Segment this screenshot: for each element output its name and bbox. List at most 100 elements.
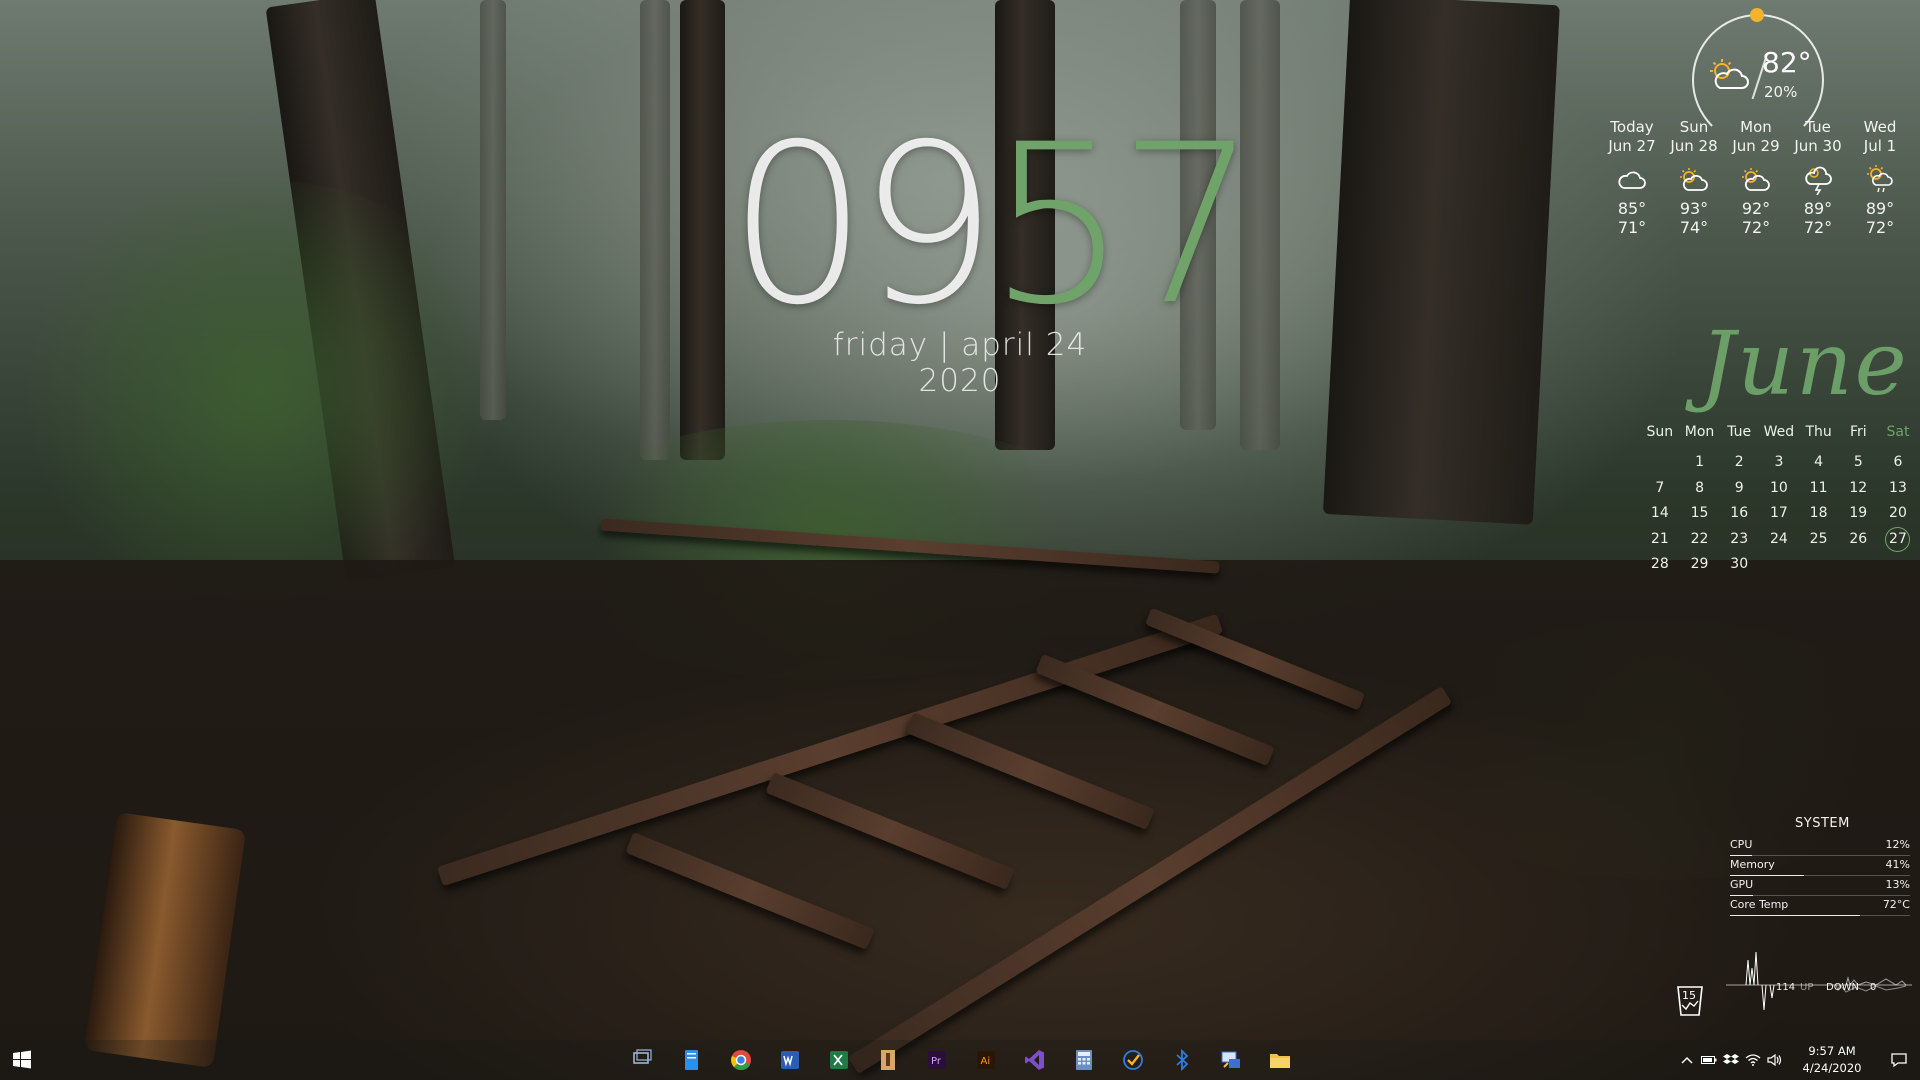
calendar-grid: 1 2 3 4 5 6 7 8 9 10 11 12 13 14 15 16 17 18 19 20 21 22 23 24 2… <box>1640 450 1918 578</box>
taskbar: Pr Ai 9:57 AM 4/24/2020 <box>0 1040 1920 1080</box>
folder-icon <box>1269 1054 1290 1068</box>
calendar-day: 3 <box>1774 454 1784 470</box>
thunderstorm-icon <box>1805 166 1832 195</box>
calendar-day: 2 <box>1734 454 1744 470</box>
battery-icon[interactable] <box>1698 1040 1720 1080</box>
forecast-day: Wed Jul 1 89° 72° <box>1849 118 1911 237</box>
task-view-icon <box>632 1049 652 1064</box>
taskbar-app-visual-studio[interactable] <box>1010 1040 1059 1080</box>
volume-icon[interactable] <box>1764 1040 1786 1080</box>
taskbar-app-todo[interactable] <box>1108 1040 1157 1080</box>
notification-center-icon[interactable] <box>1878 1052 1920 1068</box>
partly-sunny-icon <box>1742 168 1770 191</box>
calendar-day: 19 <box>1849 505 1868 521</box>
clock-hours: 09 <box>728 97 998 353</box>
calendar-day <box>1838 552 1878 578</box>
word-icon <box>780 1051 799 1069</box>
clock-minutes: 57 <box>987 97 1258 353</box>
system-row-cpu: CPU 12% <box>1730 838 1910 858</box>
calendar-day-number: 27 <box>1885 526 1911 552</box>
calendar-day: 8 <box>1695 479 1704 496</box>
taskbar-app-excel[interactable] <box>814 1040 863 1080</box>
calendar-day: 28 <box>1650 556 1669 572</box>
calendar-day: 26 <box>1849 530 1868 547</box>
recycle-bin-count: 15 <box>1682 989 1696 1002</box>
calendar-widget: Sun Mon Tue Wed Thu Fri Sat 1 2 3 4 5 6 7 8 9 10 1… <box>1640 424 1918 578</box>
calendar-week-row: 28 29 30 <box>1640 552 1918 578</box>
notebook-icon <box>880 1050 895 1070</box>
taskbar-app-bluetooth[interactable] <box>1157 1040 1206 1080</box>
calendar-day: 25 <box>1809 530 1828 547</box>
calendar-day: 24 <box>1769 530 1788 547</box>
taskbar-app-scrivener[interactable] <box>863 1040 912 1080</box>
calendar-day: 22 <box>1690 530 1709 547</box>
tray-date: 4/24/2020 <box>1802 1061 1862 1075</box>
calendar-day: 5 <box>1853 454 1863 470</box>
forecast-low: 74° <box>1679 218 1709 237</box>
dropbox-icon[interactable] <box>1720 1040 1742 1080</box>
forecast-day: Mon Jun 29 92° 72° <box>1725 118 1787 237</box>
taskbar-app-chrome[interactable] <box>716 1040 765 1080</box>
calendar-day: 21 <box>1650 530 1669 547</box>
calendar-day: 1 <box>1695 454 1704 470</box>
usage-track <box>1730 855 1910 856</box>
calendar-day: 17 <box>1769 505 1788 521</box>
tree-trunk <box>640 0 670 460</box>
forecast-day: Sun Jun 28 93° 74° <box>1663 118 1725 237</box>
forecast-date: Jun 29 <box>1732 137 1780 155</box>
forecast-high: 89° <box>1865 199 1895 218</box>
forecast-high: 93° <box>1679 199 1709 218</box>
calendar-day: 4 <box>1814 454 1824 470</box>
weather-forecast: Today Jun 27 85° 71° Sun Jun 28 93° 74° … <box>1601 118 1911 237</box>
calendar-day: 18 <box>1809 505 1828 521</box>
taskbar-app-premiere[interactable]: Pr <box>912 1040 961 1080</box>
calendar-day: 20 <box>1889 505 1907 521</box>
forecast-date: Jun 27 <box>1608 137 1656 155</box>
calendar-day: 11 <box>1809 479 1828 496</box>
weekday-label: Thu <box>1805 424 1832 440</box>
calendar-day: 9 <box>1734 479 1744 496</box>
forecast-date: Jun 28 <box>1670 137 1718 155</box>
chevron-up-icon[interactable] <box>1676 1040 1698 1080</box>
svg-text:Ai: Ai <box>980 1056 990 1067</box>
wifi-icon[interactable] <box>1742 1040 1764 1080</box>
forecast-day-name: Today <box>1610 118 1654 136</box>
weekday-label: Fri <box>1849 424 1867 440</box>
svg-text:Pr: Pr <box>931 1056 942 1067</box>
forecast-date: Jul 1 <box>1863 137 1897 155</box>
forecast-day: Tue Jun 30 89° 72° <box>1787 118 1849 237</box>
calendar-week-row: 14 15 16 17 18 19 20 <box>1640 501 1918 527</box>
tray-clock[interactable]: 9:57 AM 4/24/2020 <box>1786 1043 1878 1077</box>
taskbar-app-network-tool[interactable] <box>1206 1040 1255 1080</box>
calendar-weekday-header: Sun Mon Tue Wed Thu Fri Sat <box>1640 424 1918 450</box>
system-row-memory: Memory 41% <box>1730 858 1910 878</box>
usage-fill <box>1730 895 1754 896</box>
system-monitor: CPU 12% Memory 41% GPU 13% Core Temp 72°… <box>1730 838 1910 918</box>
taskbar-app-illustrator[interactable]: Ai <box>961 1040 1010 1080</box>
system-row-gpu: GPU 13% <box>1730 878 1910 898</box>
usage-fill <box>1730 875 1804 876</box>
usage-fill <box>1730 915 1860 916</box>
taskbar-app-file-explorer[interactable] <box>1255 1040 1304 1080</box>
taskbar-app-task-view[interactable] <box>618 1040 667 1080</box>
forecast-high: 89° <box>1803 199 1833 218</box>
taskbar-app-word[interactable] <box>765 1040 814 1080</box>
calendar-day: 29 <box>1690 556 1709 572</box>
system-row-core-temp: Core Temp 72°C <box>1730 898 1910 918</box>
forecast-low: 72° <box>1865 218 1895 237</box>
chrome-icon <box>730 1050 751 1071</box>
calendar-day <box>1799 552 1839 578</box>
weekday-label: Tue <box>1727 424 1752 440</box>
forecast-day-name: Tue <box>1805 118 1831 136</box>
date-line: friday | april 24 2020 <box>832 327 1088 399</box>
recycle-bin-icon[interactable]: 15 <box>1673 981 1707 1017</box>
windows-start-icon[interactable] <box>12 1050 32 1070</box>
taskbar-app-calculator[interactable] <box>1059 1040 1108 1080</box>
weekday-label: Sun <box>1646 424 1674 440</box>
usage-track <box>1730 895 1910 896</box>
forecast-high: 85° <box>1617 199 1647 218</box>
partly-sunny-icon <box>1710 59 1749 89</box>
taskbar-app-files[interactable] <box>667 1040 716 1080</box>
tree-trunk <box>680 0 725 460</box>
calendar-week-row: 21 22 23 24 25 26 27 <box>1640 526 1918 553</box>
